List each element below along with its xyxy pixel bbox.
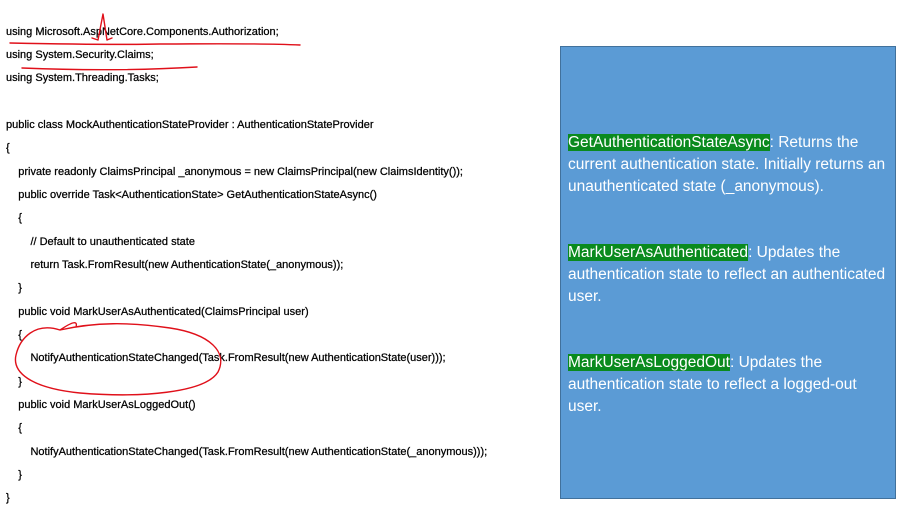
- code-line: NotifyAuthenticationStateChanged(Task.Fr…: [6, 352, 446, 364]
- code-line: {: [6, 422, 22, 434]
- code-line: public class MockAuthenticationStateProv…: [6, 119, 374, 131]
- code-line: // Default to unauthenticated state: [6, 236, 195, 248]
- code-line: using Microsoft.AspNetCore.Components.Au…: [6, 26, 279, 38]
- note-mark-logged-out: MarkUserAsLoggedOut: Updates the authent…: [568, 352, 890, 418]
- code-line: }: [6, 376, 22, 388]
- code-line: private readonly ClaimsPrincipal _anonym…: [6, 166, 463, 178]
- note-get-auth-state: GetAuthenticationStateAsync: Returns the…: [568, 132, 890, 198]
- code-line: using System.Security.Claims;: [6, 49, 154, 61]
- code-line: NotifyAuthenticationStateChanged(Task.Fr…: [6, 446, 488, 458]
- code-line: using System.Threading.Tasks;: [6, 72, 159, 84]
- code-line: public void MarkUserAsAuthenticated(Clai…: [6, 306, 309, 318]
- code-listing: using Microsoft.AspNetCore.Components.Au…: [6, 0, 551, 512]
- code-line: {: [6, 142, 10, 154]
- note-method-name: MarkUserAsLoggedOut: [568, 354, 730, 371]
- note-method-name: MarkUserAsAuthenticated: [568, 244, 749, 261]
- code-line: {: [6, 329, 22, 341]
- note-method-name: GetAuthenticationStateAsync: [568, 134, 770, 151]
- note-mark-authenticated: MarkUserAsAuthenticated: Updates the aut…: [568, 242, 890, 308]
- code-line: {: [6, 212, 22, 224]
- code-line: return Task.FromResult(new Authenticatio…: [6, 259, 344, 271]
- code-line: }: [6, 469, 22, 481]
- code-line: public void MarkUserAsLoggedOut(): [6, 399, 196, 411]
- code-line: }: [6, 282, 22, 294]
- code-line: }: [6, 492, 10, 504]
- notes-panel: GetAuthenticationStateAsync: Returns the…: [560, 46, 896, 499]
- code-line: public override Task<AuthenticationState…: [6, 189, 377, 201]
